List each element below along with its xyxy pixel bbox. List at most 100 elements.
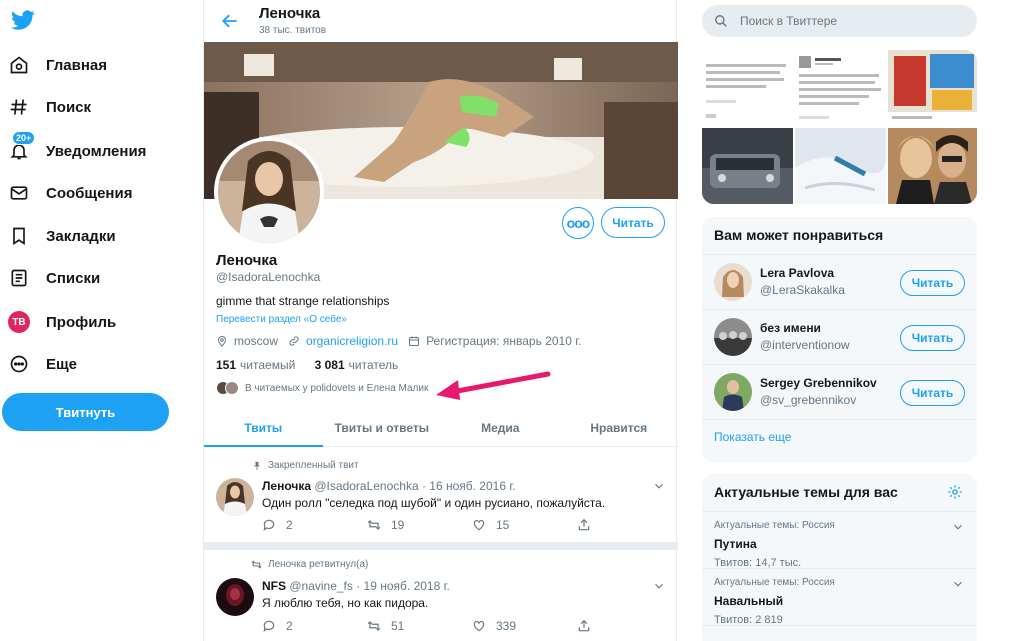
more-icon (8, 353, 30, 375)
list-icon (8, 267, 30, 289)
profile-tabs: Твиты Твиты и ответы Медиа Нравится (204, 410, 678, 447)
trend-context: Актуальные темы: Россия (714, 520, 835, 531)
nav-label: Списки (46, 269, 101, 287)
followed-by-text: В читаемых у polidovets и Елена Малик (245, 382, 429, 394)
media-thumb[interactable] (888, 128, 977, 204)
twitter-app: Главная Поиск 20+ Уведомления Сообщения … (0, 0, 1024, 641)
home-icon (8, 54, 30, 76)
trends-header: Актуальные темы для вас (702, 474, 977, 512)
show-more-link[interactable]: Показать еще (702, 420, 977, 458)
following-count: 151 (216, 358, 237, 372)
avatar-icon: ТВ (8, 311, 30, 333)
tab-media[interactable]: Медиа (441, 410, 560, 446)
tweet-avatar[interactable] (216, 578, 254, 616)
suggested-user[interactable]: Sergey Grebennikov @sv_grebennikov Читат… (702, 365, 977, 420)
trend-item[interactable]: Актуальные темы: Россия Навальный Твитов… (702, 569, 977, 626)
media-thumb[interactable] (702, 50, 793, 126)
share-button[interactable] (577, 518, 682, 532)
calendar-icon (409, 336, 420, 346)
suggested-user[interactable]: Lera Pavlova @LeraSkakalka Читать (702, 255, 977, 310)
search-input[interactable]: Поиск в Твиттере (702, 5, 977, 37)
profile-location: moscow (216, 334, 278, 348)
follow-button[interactable]: Читать (601, 207, 665, 238)
back-arrow-icon[interactable] (220, 11, 240, 31)
website-link[interactable]: organicreligion.ru (306, 334, 398, 348)
trend-context: Актуальные темы: Россия (714, 577, 835, 588)
reply-count: 2 (286, 518, 293, 532)
chevron-down-icon[interactable] (652, 579, 666, 593)
retweet-icon (367, 520, 381, 530)
following-stat[interactable]: 151 читаемый (216, 358, 295, 372)
follow-user-button[interactable]: Читать (900, 380, 965, 406)
trend-count: Твитов: 14,7 тыс. (714, 557, 802, 569)
user-avatar (714, 318, 752, 356)
follow-user-button[interactable]: Читать (900, 270, 965, 296)
who-to-follow-card: Вам может понравиться Lera Pavlova @Lera… (702, 217, 977, 462)
reply-button[interactable]: 2 (262, 518, 367, 532)
heart-icon (473, 520, 485, 531)
followed-by-row[interactable]: В читаемых у polidovets и Елена Малик (216, 381, 428, 395)
heart-icon (473, 621, 485, 632)
tab-tweets[interactable]: Твиты (204, 410, 323, 447)
profile-handle: @IsadoraLenochka (216, 270, 321, 284)
media-thumb[interactable] (795, 128, 886, 204)
translate-bio-link[interactable]: Перевести раздел «О себе» (216, 314, 347, 325)
nav-messages[interactable]: Сообщения (8, 175, 132, 211)
tab-tweets-and-replies[interactable]: Твиты и ответы (323, 410, 442, 446)
tweet-avatar[interactable] (216, 478, 254, 516)
user-avatar-image (714, 373, 752, 411)
follow-user-button[interactable]: Читать (900, 325, 965, 351)
chevron-down-icon[interactable] (951, 520, 965, 534)
chevron-down-icon[interactable] (951, 577, 965, 591)
nav-lists[interactable]: Списки (8, 260, 100, 296)
tweet-button[interactable]: Твитнуть (2, 393, 169, 431)
trend-count: Твитов: 2 819 (714, 614, 783, 626)
tweet-separator (204, 542, 678, 550)
profile-avatar[interactable] (214, 137, 324, 247)
follower-avatar (225, 381, 239, 395)
followers-stat[interactable]: 3 081 читатель (315, 358, 399, 372)
profile-photo (218, 141, 320, 243)
nav-more[interactable]: Еще (8, 346, 77, 382)
trend-name: Путина (714, 537, 757, 551)
nav-profile[interactable]: ТВ Профиль (8, 304, 116, 340)
suggested-user[interactable]: без имени @interventionow Читать (702, 310, 977, 365)
media-photo (888, 50, 977, 126)
profile-name: Леночка (216, 252, 278, 269)
gear-icon[interactable] (947, 484, 963, 500)
nav-bookmarks[interactable]: Закладки (8, 218, 116, 254)
nav-notifications[interactable]: 20+ Уведомления (8, 131, 146, 169)
tweet-author-name[interactable]: NFS (262, 579, 286, 593)
retweet-button[interactable]: 19 (367, 518, 472, 532)
tweet-context-text: Леночка ретвитнул(а) (268, 559, 369, 570)
pin-icon (244, 461, 262, 471)
like-button[interactable]: 15 (472, 518, 577, 532)
media-thumb[interactable] (702, 128, 793, 204)
media-photo (888, 128, 977, 204)
link-icon (289, 336, 299, 346)
nav-label: Сообщения (46, 184, 133, 202)
twitter-logo-icon[interactable] (10, 8, 36, 32)
tweet-author-name[interactable]: Леночка (262, 479, 311, 493)
tweet[interactable]: Леночка ретвитнул(а) NFS @navine_fs · 19… (204, 550, 678, 641)
media-photo (795, 128, 886, 204)
retweet-button[interactable]: 51 (367, 619, 472, 633)
nav-search[interactable]: Поиск (8, 89, 91, 125)
more-options-button[interactable]: ооо (562, 207, 594, 239)
nav-home[interactable]: Главная (8, 47, 107, 83)
tab-likes[interactable]: Нравится (560, 410, 679, 446)
reply-button[interactable]: 2 (262, 619, 367, 633)
media-thumb[interactable] (795, 50, 886, 126)
trend-item[interactable]: Актуальные темы: Россия Путина Твитов: 1… (702, 512, 977, 569)
mail-icon (8, 182, 30, 204)
tweet[interactable]: Закрепленный твит Леночка @IsadoraLenoch… (204, 448, 678, 542)
share-button[interactable] (577, 619, 682, 633)
like-button[interactable]: 339 (472, 619, 577, 633)
media-thumb[interactable] (888, 50, 977, 126)
user-name: Sergey Grebennikov (760, 376, 877, 390)
profile-meta: moscow organicreligion.ru Регистрация: я… (216, 334, 591, 348)
chevron-down-icon[interactable] (652, 479, 666, 493)
user-avatar (714, 263, 752, 301)
following-label: читаемый (240, 358, 296, 372)
trends-title: Актуальные темы для вас (714, 484, 898, 500)
